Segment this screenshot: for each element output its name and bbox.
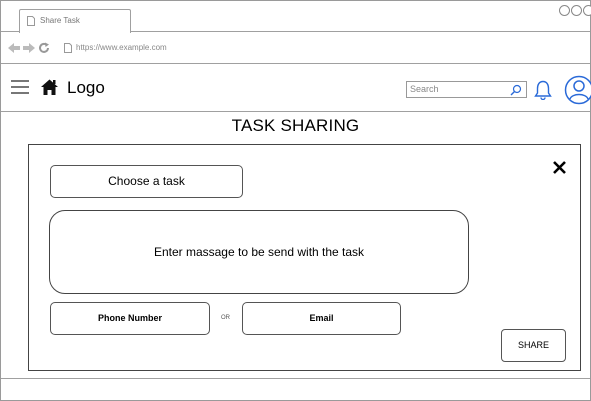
browser-window: Share Task https://www.example.com Logo … <box>0 0 591 401</box>
or-label: OR <box>221 315 230 321</box>
choose-task-button[interactable]: Choose a task <box>50 165 243 198</box>
share-task-modal: Choose a task Enter massage to be send w… <box>28 144 581 371</box>
footer-divider <box>1 378 590 379</box>
window-control-close[interactable] <box>583 5 591 16</box>
browser-tab[interactable]: Share Task <box>19 9 131 33</box>
forward-arrow-icon[interactable] <box>23 43 35 53</box>
share-button[interactable]: SHARE <box>501 329 566 362</box>
search-icon[interactable] <box>510 84 522 96</box>
phone-number-field[interactable]: Phone Number <box>50 302 210 335</box>
email-field[interactable]: Email <box>242 302 401 335</box>
window-control-minimize[interactable] <box>559 5 570 16</box>
reload-icon[interactable] <box>38 42 50 54</box>
search-placeholder: Search <box>410 84 439 94</box>
message-textarea[interactable]: Enter massage to be send with the task <box>49 210 469 294</box>
window-controls <box>559 5 591 16</box>
logo[interactable]: Logo <box>67 78 105 98</box>
page-title: TASK SHARING <box>231 116 360 135</box>
app-header: Logo Search <box>1 65 591 112</box>
window-control-maximize[interactable] <box>571 5 582 16</box>
search-input[interactable]: Search <box>406 81 527 98</box>
page-icon <box>64 43 72 53</box>
nav-buttons <box>8 42 50 54</box>
url-text[interactable]: https://www.example.com <box>76 43 167 52</box>
page-icon <box>27 16 35 26</box>
tab-title: Share Task <box>40 16 80 25</box>
hamburger-icon[interactable] <box>11 80 29 94</box>
close-icon[interactable] <box>552 160 567 175</box>
home-icon[interactable] <box>41 79 58 95</box>
user-icon[interactable] <box>564 75 591 105</box>
bell-icon[interactable] <box>534 80 552 100</box>
address-bar: https://www.example.com <box>1 33 590 64</box>
back-arrow-icon[interactable] <box>8 43 20 53</box>
tab-strip: Share Task <box>1 1 591 33</box>
